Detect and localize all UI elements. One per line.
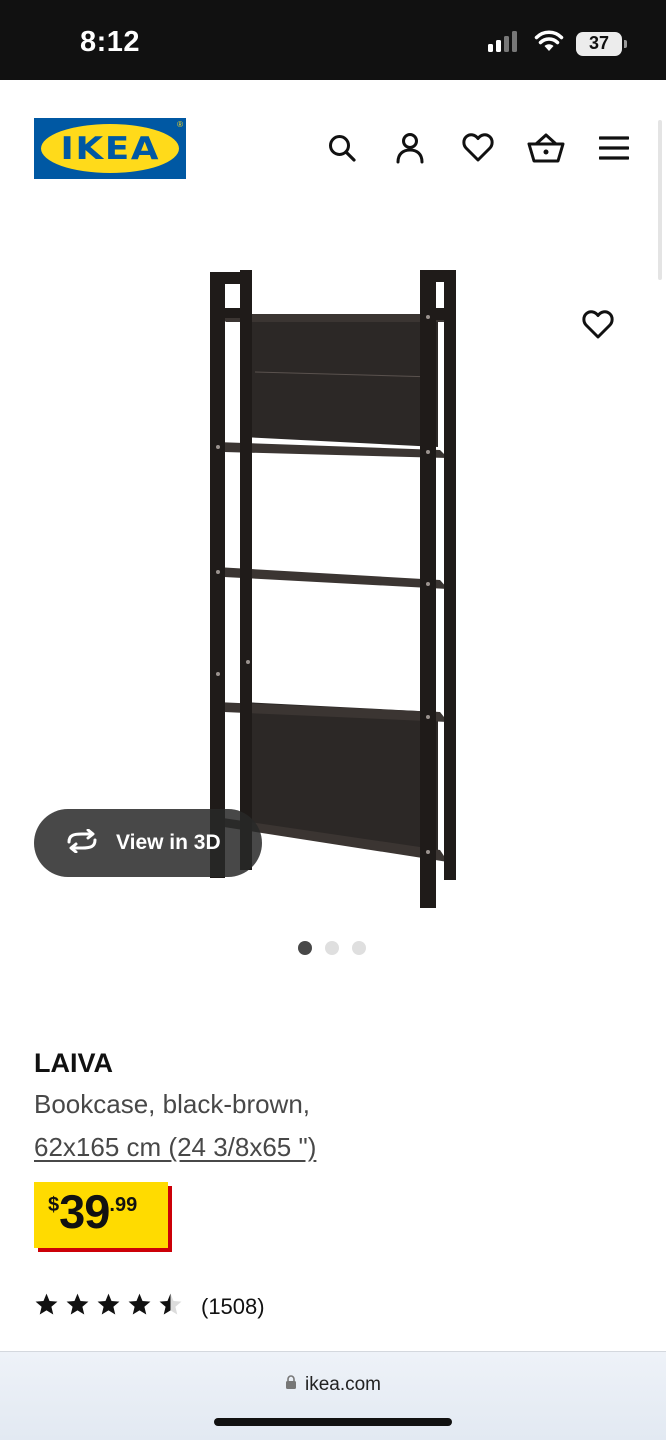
wifi-icon (534, 30, 564, 57)
ikea-logo[interactable]: IKEA ® (34, 118, 186, 179)
wishlist-icon[interactable] (458, 128, 498, 168)
lock-icon (285, 1375, 297, 1395)
view-in-3d-label: View in 3D (116, 831, 221, 854)
image-pagination (298, 941, 366, 955)
battery-icon: 37 (576, 31, 627, 56)
search-icon[interactable] (322, 128, 362, 168)
star-icon (127, 1292, 152, 1322)
star-icon (65, 1292, 90, 1322)
status-bar: 8:12 37 (0, 0, 666, 80)
battery-level: 37 (588, 33, 610, 53)
url-container[interactable]: ikea.com (0, 1374, 666, 1396)
pagination-dot-2[interactable] (325, 941, 339, 955)
star-icon (96, 1292, 121, 1322)
price-decimal: .99 (109, 1194, 138, 1216)
site-header: IKEA ® (0, 80, 666, 220)
pagination-dot-1[interactable] (298, 941, 312, 955)
logo-registered-mark: ® (177, 120, 183, 129)
menu-icon[interactable] (594, 128, 634, 168)
browser-address-bar[interactable]: ikea.com (0, 1351, 666, 1440)
url-text: ikea.com (304, 1374, 382, 1395)
cellular-signal-icon (488, 30, 522, 57)
price-integer: 39 (59, 1185, 110, 1238)
view-in-3d-button[interactable]: View in 3D (34, 809, 262, 877)
price-currency: $ (48, 1194, 60, 1216)
product-size-link[interactable]: 62x165 cm (24 3/8x65 ") (34, 1132, 316, 1163)
half-star-icon (158, 1292, 183, 1322)
cart-icon[interactable] (526, 128, 566, 168)
status-time: 8:12 (80, 26, 141, 58)
price-tag: $ 39 .99 (34, 1182, 168, 1248)
logo-ellipse: IKEA (41, 124, 179, 173)
home-indicator[interactable] (214, 1418, 452, 1426)
battery-nub (624, 39, 627, 48)
logo-text: IKEA (60, 130, 160, 167)
product-name: LAIVA (34, 1048, 113, 1078)
product-rating[interactable]: (1508) (34, 1292, 265, 1322)
status-icons: 37 (488, 30, 627, 57)
account-icon[interactable] (390, 128, 430, 168)
page-scrollbar[interactable] (658, 120, 662, 280)
add-to-wishlist-icon[interactable] (578, 305, 618, 345)
star-icon (34, 1292, 59, 1322)
pagination-dot-3[interactable] (352, 941, 366, 955)
rating-count: (1508) (201, 1294, 265, 1319)
rotate-3d-icon (64, 828, 100, 858)
product-description: Bookcase, black-brown, (34, 1089, 311, 1119)
